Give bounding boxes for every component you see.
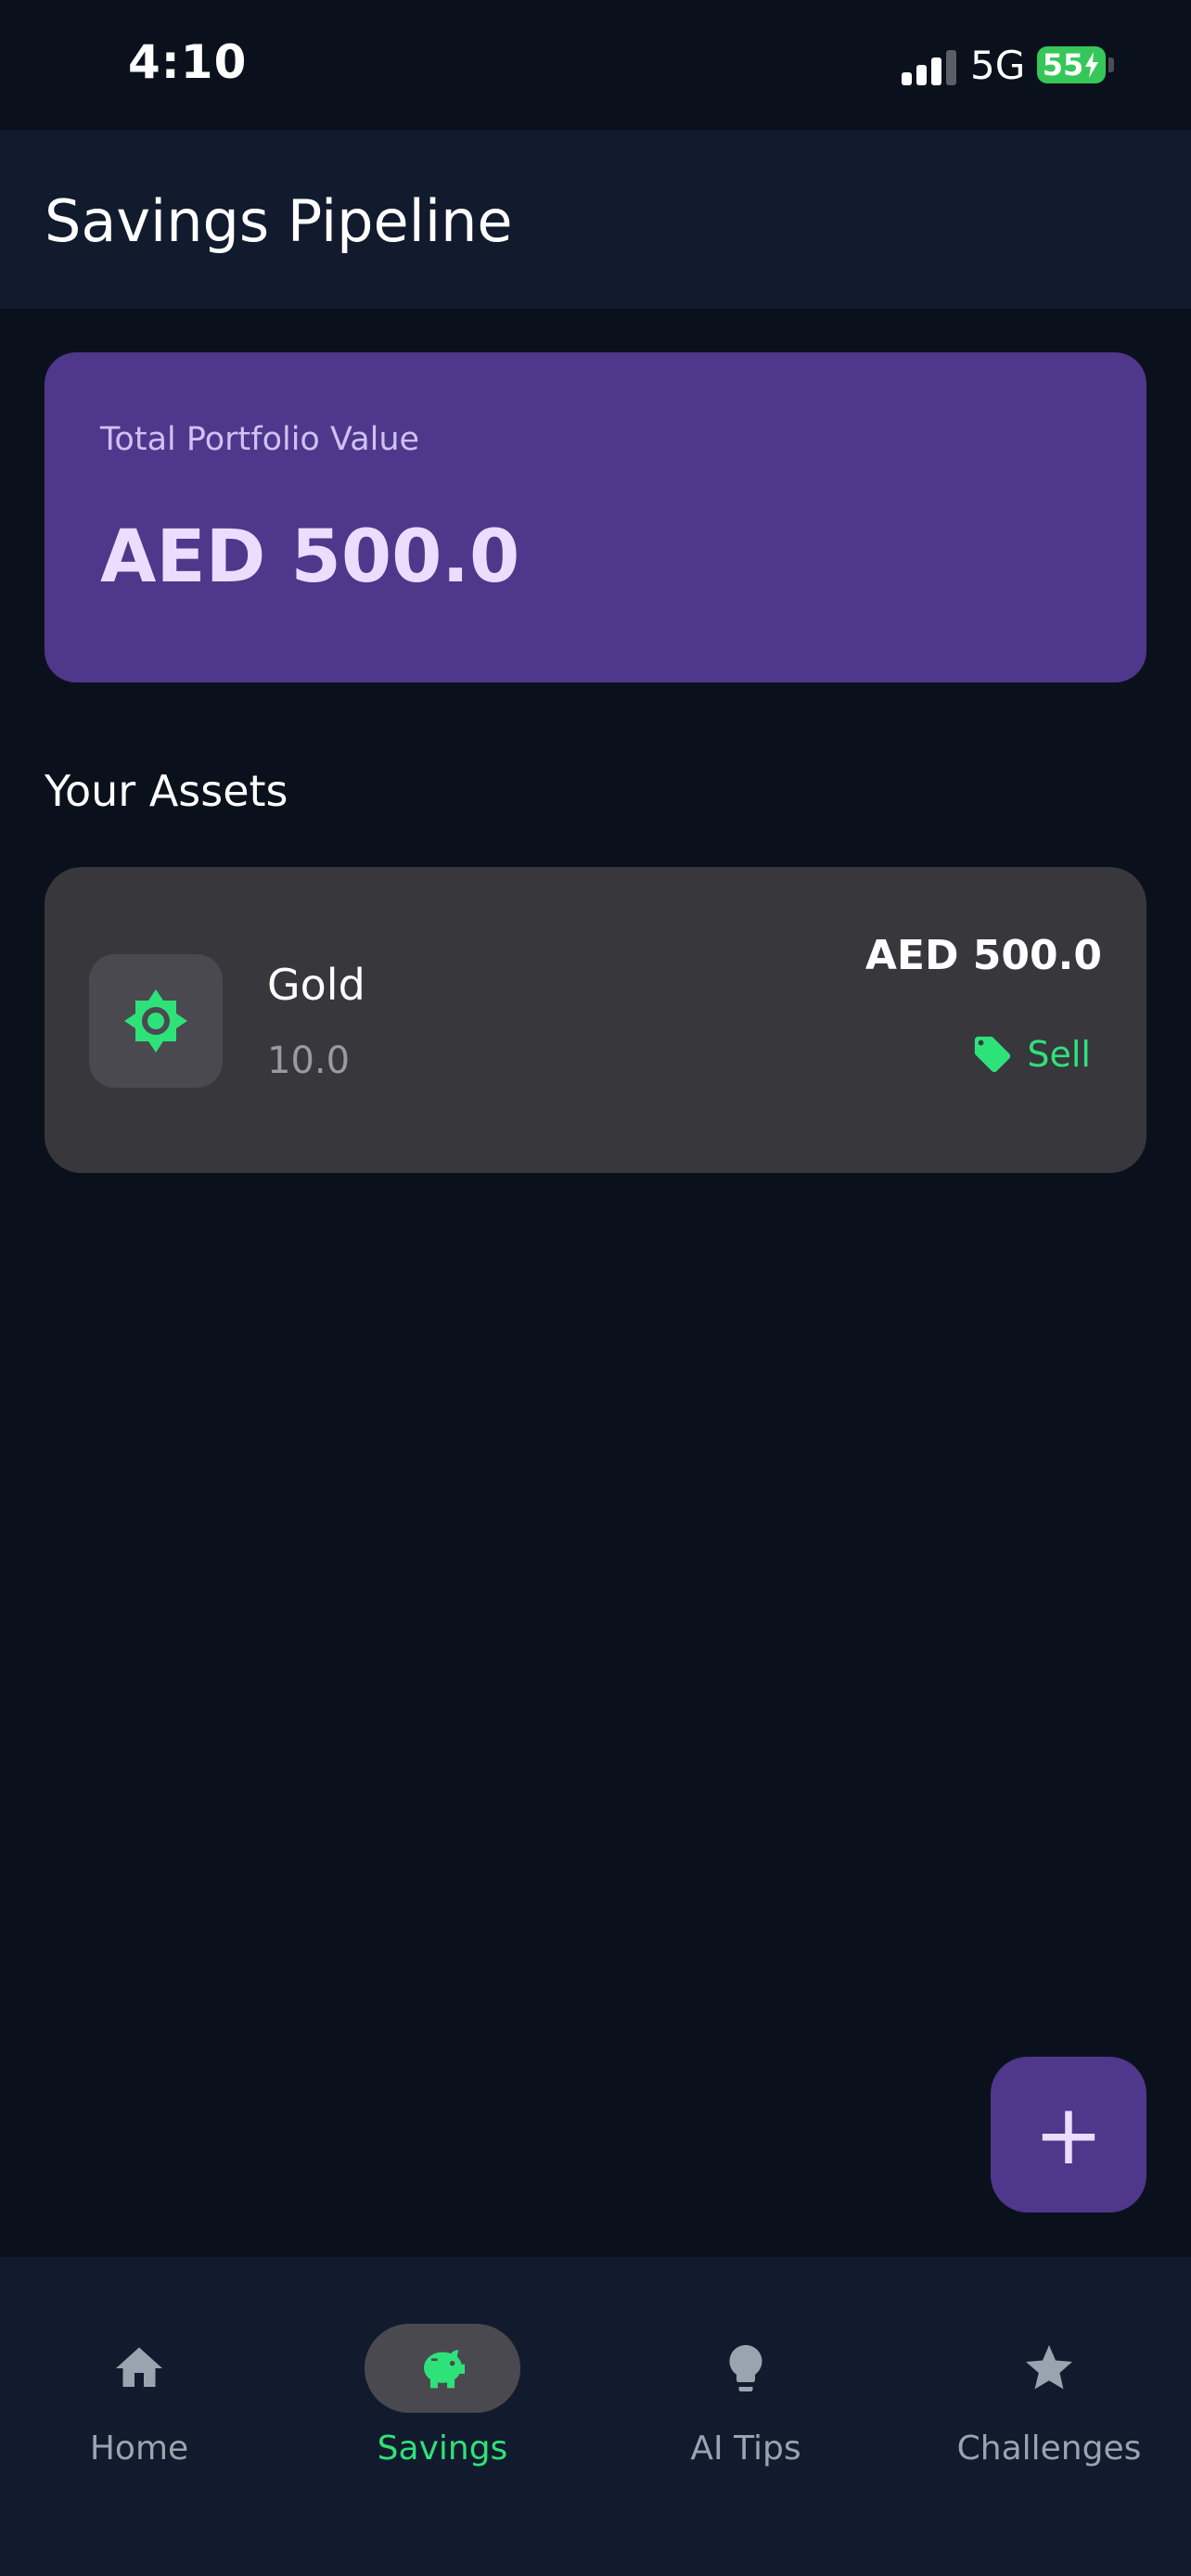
page-title: Savings Pipeline bbox=[45, 187, 513, 255]
nav-pill bbox=[668, 2324, 824, 2413]
status-time: 4:10 bbox=[128, 35, 248, 89]
sun-gear-icon bbox=[124, 989, 187, 1052]
asset-icon-container bbox=[89, 954, 223, 1088]
savings-screen: 4:10 5G 55 Savings Pipeline Total Portfo… bbox=[0, 0, 1191, 2576]
home-icon bbox=[116, 2347, 162, 2387]
battery-icon: 55 bbox=[1037, 46, 1106, 83]
cellular-signal-icon bbox=[902, 48, 957, 85]
app-bar: Savings Pipeline bbox=[0, 130, 1191, 309]
portfolio-summary-card: Total Portfolio Value AED 500.0 bbox=[45, 352, 1146, 682]
asset-name: Gold bbox=[267, 960, 365, 1010]
nav-item-challenges[interactable]: Challenges bbox=[928, 2290, 1170, 2476]
bottom-navigation: Home Savings AI Tips Challenges bbox=[0, 2257, 1191, 2576]
nav-item-ai-tips[interactable]: AI Tips bbox=[625, 2290, 866, 2476]
status-bar: 4:10 5G 55 bbox=[0, 0, 1191, 130]
battery-level: 55 bbox=[1042, 47, 1084, 83]
charging-bolt-icon bbox=[1085, 52, 1099, 78]
network-type: 5G bbox=[970, 43, 1026, 88]
nav-pill bbox=[61, 2324, 217, 2413]
nav-item-savings[interactable]: Savings bbox=[322, 2290, 563, 2476]
assets-section-title: Your Assets bbox=[45, 766, 288, 816]
nav-label-challenges: Challenges bbox=[956, 2429, 1142, 2468]
nav-pill bbox=[971, 2324, 1127, 2413]
portfolio-label: Total Portfolio Value bbox=[100, 421, 420, 458]
sell-label: Sell bbox=[1027, 1034, 1091, 1075]
portfolio-value: AED 500.0 bbox=[100, 516, 520, 599]
star-icon bbox=[1026, 2345, 1072, 2390]
asset-value: AED 500.0 bbox=[864, 932, 1102, 979]
nav-label-ai-tips: AI Tips bbox=[690, 2429, 801, 2468]
tag-icon bbox=[975, 1036, 1011, 1073]
asset-card-gold[interactable]: Gold 10.0 AED 500.0 Sell bbox=[45, 867, 1146, 1173]
nav-item-home[interactable]: Home bbox=[19, 2290, 260, 2476]
battery-tip bbox=[1108, 57, 1114, 72]
add-asset-button[interactable]: + bbox=[991, 2057, 1146, 2213]
nav-pill-active bbox=[365, 2324, 520, 2413]
plus-icon: + bbox=[1033, 2085, 1104, 2184]
sell-button[interactable]: Sell bbox=[971, 1027, 1091, 1082]
nav-label-home: Home bbox=[89, 2429, 189, 2468]
nav-label-savings: Savings bbox=[377, 2429, 508, 2468]
asset-quantity: 10.0 bbox=[267, 1039, 351, 1082]
piggy-bank-icon bbox=[424, 2350, 465, 2389]
lightbulb-icon bbox=[729, 2345, 762, 2391]
